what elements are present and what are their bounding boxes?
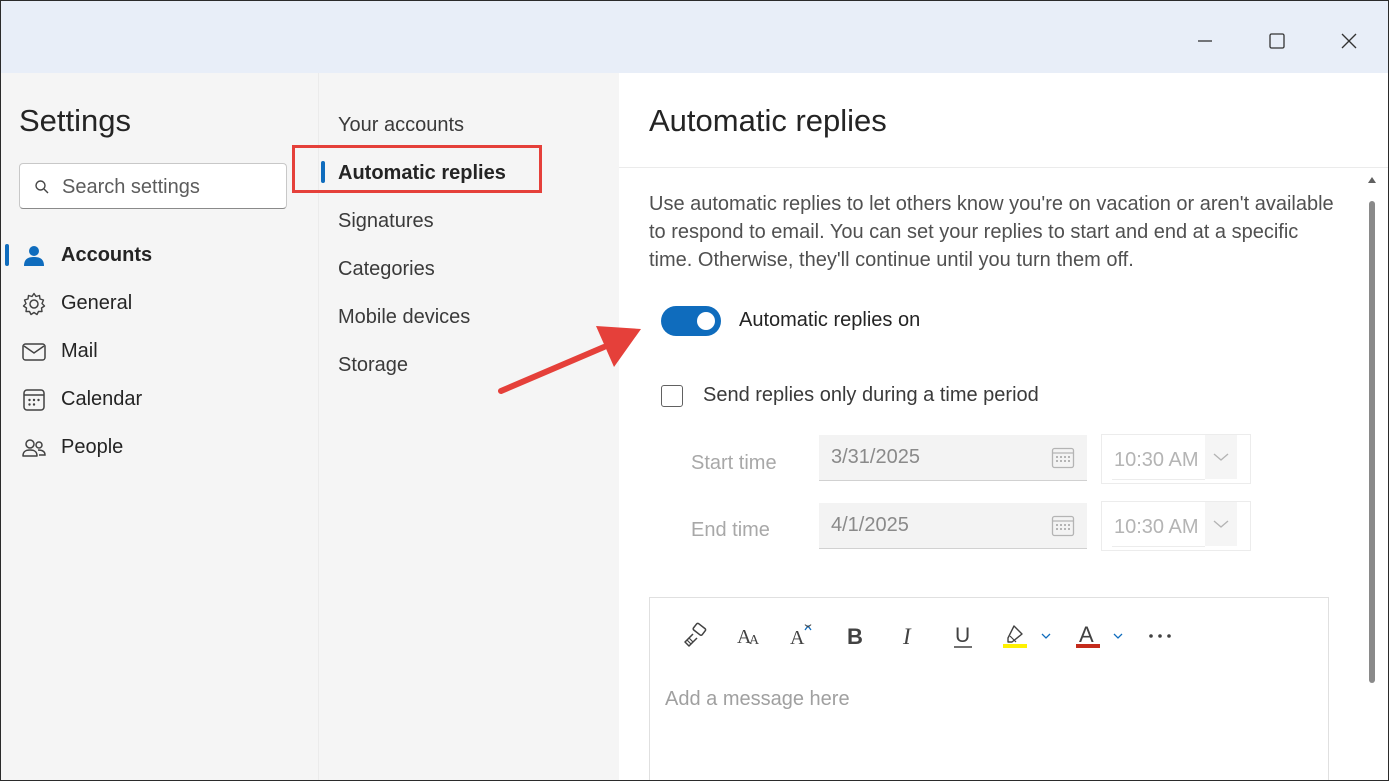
minimize-icon [1198, 40, 1212, 42]
annotation-arrow [498, 326, 641, 394]
start-time-field[interactable]: 10:30 AM [1112, 439, 1205, 480]
start-date-picker[interactable]: 3/31/2025 [819, 435, 1087, 481]
title-bar [1, 1, 1388, 73]
scrollbar[interactable] [1363, 173, 1383, 780]
search-icon [35, 180, 49, 194]
maximize-button[interactable] [1261, 25, 1293, 57]
subnav-categories[interactable]: Categories [338, 254, 435, 284]
underline-button[interactable]: U [946, 618, 980, 654]
end-time-value: 10:30 AM [1114, 516, 1199, 538]
nav-item-label: General [61, 291, 133, 314]
start-time-chevron[interactable] [1205, 435, 1237, 479]
scroll-up-arrow[interactable] [1368, 177, 1376, 183]
scroll-thumb[interactable] [1369, 201, 1375, 683]
underline-icon: U [954, 624, 972, 648]
toggle-label: Automatic replies on [739, 309, 921, 331]
italic-button[interactable]: I [892, 618, 926, 654]
search-input[interactable] [60, 172, 284, 202]
nav-item-accounts[interactable]: Accounts [1, 233, 318, 277]
end-time-label: End time [691, 519, 770, 541]
start-time-label: Start time [691, 452, 777, 474]
format-painter-icon [684, 622, 707, 647]
svg-text:U: U [955, 624, 970, 647]
automatic-replies-toggle[interactable] [661, 306, 721, 336]
message-editor: AA A B I U A Add a message here [649, 597, 1329, 780]
time-period-label: Send replies only during a time period [703, 384, 1039, 406]
calendar-icon [23, 389, 45, 411]
font-color-icon: A [1076, 622, 1123, 648]
nav-item-general[interactable]: General [1, 281, 318, 325]
settings-title: Settings [19, 103, 132, 138]
font-size-button[interactable]: AA [732, 618, 766, 654]
automatic-replies-panel: Automatic replies Use automatic replies … [619, 73, 1388, 780]
description-text: Use automatic replies to let others know… [649, 193, 1334, 271]
format-painter-button[interactable] [678, 618, 712, 654]
nav-item-label: Calendar [61, 387, 143, 410]
page-title: Automatic replies [649, 103, 887, 138]
end-time-field[interactable]: 10:30 AM [1112, 506, 1205, 547]
bold-icon: B [847, 624, 863, 649]
subnav-signatures[interactable]: Signatures [338, 206, 434, 236]
svg-text:I: I [902, 624, 912, 649]
mail-icon [22, 343, 46, 361]
svg-text:A: A [1079, 622, 1094, 647]
highlight-button[interactable] [1000, 618, 1060, 654]
start-time-dropdown[interactable]: 10:30 AM [1101, 434, 1251, 484]
calendar-icon [1051, 515, 1075, 537]
svg-text:A: A [790, 627, 805, 649]
nav-item-label: Mail [61, 339, 98, 362]
subnav-mobile-devices[interactable]: Mobile devices [338, 302, 470, 332]
end-date-value: 4/1/2025 [831, 514, 909, 536]
nav-item-calendar[interactable]: Calendar [1, 377, 318, 421]
message-placeholder[interactable]: Add a message here [665, 688, 850, 711]
italic-icon: I [902, 624, 912, 649]
person-icon [24, 246, 44, 266]
svg-text:A: A [749, 633, 760, 648]
subnav-storage[interactable]: Storage [338, 350, 408, 380]
bold-button[interactable]: B [838, 618, 872, 654]
subnav-your-accounts[interactable]: Your accounts [338, 110, 464, 140]
superscript-icon: A [790, 624, 812, 649]
more-options-button[interactable] [1146, 618, 1174, 654]
settings-window: Settings Accounts General Mail Calendar … [0, 0, 1389, 781]
calendar-icon [1051, 447, 1075, 469]
more-icon [1149, 634, 1171, 638]
close-button[interactable] [1333, 25, 1365, 57]
nav-item-people[interactable]: People [1, 425, 318, 469]
end-time-dropdown[interactable]: 10:30 AM [1101, 501, 1251, 551]
nav-item-label: People [61, 435, 124, 458]
svg-text:B: B [847, 624, 863, 649]
gear-icon [22, 292, 46, 316]
maximize-icon [1269, 33, 1285, 49]
minimize-button[interactable] [1189, 25, 1221, 57]
search-box[interactable] [19, 163, 287, 209]
chevron-down-icon [1213, 520, 1229, 528]
font-color-button[interactable]: A [1074, 618, 1134, 654]
highlight-icon [1003, 625, 1051, 648]
time-period-checkbox[interactable] [661, 385, 683, 407]
divider [619, 167, 1388, 168]
start-date-value: 3/31/2025 [831, 446, 920, 468]
settings-nav: Settings Accounts General Mail Calendar … [1, 73, 318, 780]
end-date-picker[interactable]: 4/1/2025 [819, 503, 1087, 549]
annotation-highlight-box [292, 145, 542, 193]
nav-item-mail[interactable]: Mail [1, 329, 318, 373]
start-time-value: 10:30 AM [1114, 449, 1199, 471]
people-icon [22, 439, 46, 457]
superscript-button[interactable]: A [784, 618, 818, 654]
font-size-icon: AA [737, 626, 760, 648]
close-icon [1341, 33, 1357, 49]
end-time-chevron[interactable] [1205, 502, 1237, 546]
nav-item-label: Accounts [61, 243, 153, 266]
chevron-down-icon [1213, 453, 1229, 461]
